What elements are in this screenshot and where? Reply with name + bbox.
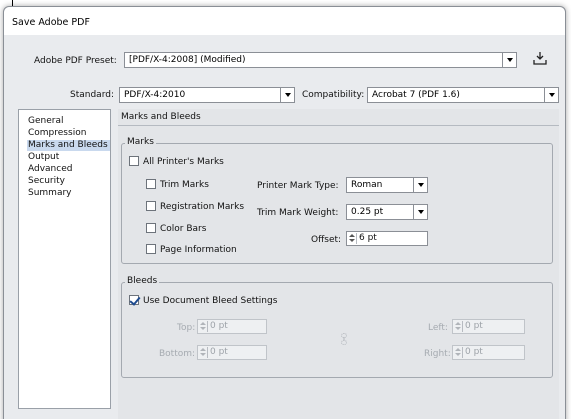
sidebar-item-compression[interactable]: Compression bbox=[28, 128, 88, 139]
chevron-down-icon bbox=[544, 88, 558, 102]
chevron-down-icon bbox=[280, 88, 294, 102]
bleed-bottom-stepper[interactable]: 0 pt bbox=[197, 345, 267, 360]
chevron-down-icon bbox=[413, 205, 427, 219]
panel-divider bbox=[118, 125, 559, 126]
page-information-label: Page Information bbox=[160, 245, 237, 255]
stepper-arrows-icon[interactable] bbox=[454, 321, 463, 332]
offset-label: Offset: bbox=[311, 235, 342, 245]
sidebar-item-security[interactable]: Security bbox=[28, 176, 67, 187]
category-sidebar: General Compression Marks and Bleeds Out… bbox=[18, 109, 111, 409]
bleed-right-label: Right: bbox=[424, 349, 451, 359]
chain-link-icon[interactable] bbox=[339, 333, 349, 345]
standard-label: Standard: bbox=[70, 90, 114, 100]
use-document-bleed-checkbox[interactable] bbox=[129, 295, 139, 305]
bleeds-group-label: Bleeds bbox=[125, 276, 160, 286]
sidebar-item-general[interactable]: General bbox=[28, 116, 65, 127]
stepper-arrows-icon[interactable] bbox=[348, 233, 357, 244]
bleed-top-label: Top: bbox=[177, 323, 196, 333]
compatibility-value: Acrobat 7 (PDF 1.6) bbox=[372, 90, 460, 100]
sidebar-item-marks-and-bleeds[interactable]: Marks and Bleeds bbox=[27, 140, 110, 151]
sidebar-item-summary[interactable]: Summary bbox=[28, 188, 74, 199]
bleed-right-value: 0 pt bbox=[465, 347, 483, 357]
sidebar-item-advanced[interactable]: Advanced bbox=[28, 164, 74, 175]
offset-stepper[interactable]: 6 pt bbox=[346, 231, 428, 246]
all-printers-marks-checkbox[interactable] bbox=[129, 156, 139, 166]
stepper-arrows-icon[interactable] bbox=[199, 347, 208, 358]
sidebar-item-output[interactable]: Output bbox=[28, 152, 61, 163]
registration-marks-checkbox[interactable] bbox=[146, 201, 156, 211]
standard-value: PDF/X-4:2010 bbox=[124, 90, 186, 100]
printer-mark-type-select[interactable]: Roman bbox=[346, 177, 428, 193]
stepper-arrows-icon[interactable] bbox=[454, 347, 463, 358]
compatibility-select[interactable]: Acrobat 7 (PDF 1.6) bbox=[367, 87, 559, 103]
bleed-right-stepper[interactable]: 0 pt bbox=[452, 345, 525, 360]
preset-select[interactable]: [PDF/X-4:2008] (Modified) bbox=[124, 52, 517, 68]
trim-mark-weight-select[interactable]: 0.25 pt bbox=[346, 204, 428, 220]
trim-mark-weight-label: Trim Mark Weight: bbox=[257, 208, 339, 218]
trim-marks-label: Trim Marks bbox=[160, 180, 209, 190]
use-document-bleed-label: Use Document Bleed Settings bbox=[143, 296, 278, 306]
printer-mark-type-label: Printer Mark Type: bbox=[257, 181, 339, 191]
marks-group-label: Marks bbox=[125, 137, 156, 147]
page-information-checkbox[interactable] bbox=[146, 244, 156, 254]
color-bars-checkbox[interactable] bbox=[146, 223, 156, 233]
chevron-down-icon bbox=[413, 178, 427, 192]
stepper-arrows-icon[interactable] bbox=[199, 321, 208, 332]
preset-label: Adobe PDF Preset: bbox=[34, 56, 117, 66]
panel-title: Marks and Bleeds bbox=[121, 112, 201, 122]
bleed-left-label: Left: bbox=[428, 323, 448, 333]
bleed-bottom-label: Bottom: bbox=[159, 349, 196, 359]
bleed-left-value: 0 pt bbox=[465, 321, 483, 331]
dialog-title: Save Adobe PDF bbox=[12, 17, 90, 28]
color-bars-label: Color Bars bbox=[160, 224, 207, 234]
title-bar: Save Adobe PDF bbox=[4, 7, 565, 35]
registration-marks-label: Registration Marks bbox=[160, 202, 245, 212]
chevron-down-icon bbox=[502, 53, 516, 67]
offset-value: 6 pt bbox=[359, 233, 377, 243]
all-printers-marks-label: All Printer's Marks bbox=[143, 157, 224, 167]
printer-mark-type-value: Roman bbox=[351, 180, 383, 190]
compatibility-label: Compatibility: bbox=[302, 90, 365, 100]
standard-select[interactable]: PDF/X-4:2010 bbox=[119, 87, 295, 103]
bleed-bottom-value: 0 pt bbox=[210, 347, 228, 357]
trim-marks-checkbox[interactable] bbox=[146, 179, 156, 189]
preset-value: [PDF/X-4:2008] (Modified) bbox=[129, 55, 246, 65]
bleed-top-stepper[interactable]: 0 pt bbox=[197, 319, 267, 334]
bleed-top-value: 0 pt bbox=[210, 321, 228, 331]
trim-mark-weight-value: 0.25 pt bbox=[351, 207, 384, 217]
bleed-left-stepper[interactable]: 0 pt bbox=[452, 319, 525, 334]
save-preset-icon[interactable] bbox=[533, 51, 547, 65]
